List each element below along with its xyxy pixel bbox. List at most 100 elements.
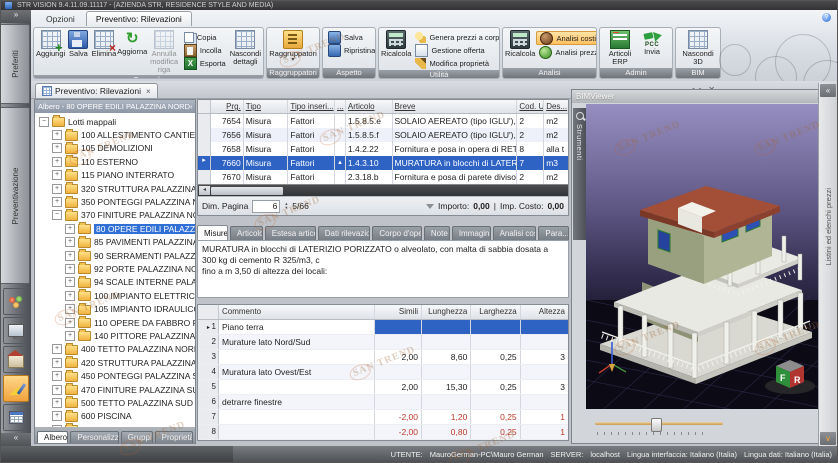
rail-expand-button[interactable]: » — [1, 10, 31, 23]
tree-item[interactable]: + 100 IMPIANTO ELETTRICO con... — [35, 289, 195, 302]
table-row[interactable]: 7656 Misura Fattori 1.5.8.5.f SOLAIO AER… — [198, 128, 568, 142]
spinner-icons[interactable]: ▲▼ — [284, 202, 288, 210]
tree-expander-icon[interactable]: + — [65, 318, 75, 328]
utilita-ricalcola-button[interactable]: Ricalcola — [381, 29, 411, 58]
nascondi-dettagli-button[interactable]: Nascondi dettagli — [230, 29, 261, 66]
column-header-flag[interactable]: ... — [335, 100, 346, 113]
zoom-slider[interactable] — [595, 417, 723, 435]
3d-viewport[interactable]: F R — [586, 104, 822, 409]
salva-button[interactable]: Salva — [66, 29, 90, 58]
column-header-des[interactable]: Des... — [544, 100, 568, 113]
tree-item[interactable]: + 320 STRUTTURA PALAZZINA NORD — [35, 182, 195, 195]
tree-expander-icon[interactable]: + — [65, 304, 75, 314]
tree-expander-icon[interactable]: + — [52, 398, 62, 408]
column-header-breve[interactable]: Breve — [393, 100, 518, 113]
tree-item[interactable]: + 470 FINITURE PALAZZINA SUD — [35, 383, 195, 396]
copia-button[interactable]: Copia — [181, 31, 229, 43]
module-calendar-button[interactable] — [3, 404, 29, 431]
tree-expander-icon[interactable]: + — [52, 157, 62, 167]
scroll-down-icon[interactable]: ∨ — [820, 432, 836, 445]
detail-tab[interactable]: Misure — [197, 225, 228, 240]
tree-item[interactable]: + 94 SCALE INTERNE PALAZZINA... — [35, 276, 195, 289]
tree-item[interactable]: + 420 STRUTTURA PALAZZINA SUD — [35, 356, 195, 369]
modifica-proprieta-button[interactable]: Modifica proprietà — [412, 57, 500, 69]
filter-icon[interactable] — [426, 204, 434, 209]
tools-tab[interactable]: Strumenti — [573, 108, 586, 240]
tree-item[interactable]: + 500 TETTO PALAZZINA SUD — [35, 396, 195, 409]
document-tab[interactable]: Preventivo: Rilevazioni × — [35, 83, 158, 98]
horizontal-scrollbar[interactable]: ◂ — [198, 184, 568, 196]
tree-item[interactable]: + 115 PIANO INTERRATO — [35, 169, 195, 182]
column-header-tipo[interactable]: Tipo — [244, 100, 289, 113]
aggiorna-button[interactable]: ↻Aggiorna — [117, 29, 147, 56]
table-row[interactable]: 7658 Misura Fattori 1.4.2.22 Fornitura e… — [198, 142, 568, 156]
incolla-button[interactable]: Incolla — [181, 44, 229, 56]
column-header-larghezza[interactable]: Larghezza — [471, 305, 520, 319]
tree-expander-icon[interactable]: + — [52, 358, 62, 368]
measure-row[interactable]: 6 detrarre finestre — [198, 395, 568, 410]
tree-item[interactable]: + 100 ALLESTIMENTO CANTIERE — [35, 128, 195, 141]
tree-expander-icon[interactable]: + — [52, 371, 62, 381]
tree-expander-icon[interactable]: + — [52, 170, 62, 180]
tree-item[interactable]: − 370 FINITURE PALAZZINA NORD — [35, 209, 195, 222]
column-header-lunghezza[interactable]: Lunghezza — [422, 305, 471, 319]
measure-row[interactable]: 8 -2,00 0,80 0,25 1 — [198, 425, 568, 440]
tree-item[interactable]: + 140 PITTORE PALAZZINA NORD — [35, 329, 195, 342]
tree-expander-icon[interactable]: + — [52, 184, 62, 194]
tree-expander-icon[interactable]: − — [39, 117, 49, 127]
table-row[interactable]: 7670 Misura Fattori 2.3.18.b Fornitura e… — [198, 170, 568, 184]
aggiungi-button[interactable]: Aggiungi — [36, 29, 65, 58]
tree-item[interactable]: − Lotti mappali — [35, 115, 195, 128]
table-row[interactable]: 7660 Misura Fattori ▲ 1.4.3.10 MURATURA … — [198, 156, 568, 170]
tree-item[interactable]: + 105 DEMOLIZIONI — [35, 142, 195, 155]
tree-item[interactable]: + 92 PORTE PALAZZINA NORD — [35, 262, 195, 275]
column-header-articolo[interactable]: Articolo — [346, 100, 393, 113]
module-dots-button[interactable] — [3, 288, 29, 315]
measure-row[interactable]: 4 Muratura lato Ovest/Est — [198, 365, 568, 380]
tree-item[interactable]: + 85 PAVIMENTI PALAZZINA NORD — [35, 236, 195, 249]
rail-section-preferiti[interactable]: Preferiti — [1, 24, 30, 104]
tree-item[interactable]: + 350 PONTEGGI PALAZZINA NORD — [35, 195, 195, 208]
column-header-cod-um[interactable]: Cod. U.M. — [517, 100, 544, 113]
help-icon[interactable]: ? — [822, 13, 831, 22]
detail-tab[interactable]: Dati rilevazione — [318, 226, 371, 240]
measure-row[interactable]: 1 Piano terra — [198, 320, 568, 335]
listini-panel-tab[interactable]: Listini ed elenchi prezzi — [819, 188, 837, 266]
raggruppatori-button[interactable]: Raggruppatori ▾ — [269, 29, 317, 63]
nascondi-3d-button[interactable]: Nascondi 3D — [678, 29, 718, 66]
slider-handle[interactable] — [651, 418, 662, 432]
detail-tab[interactable]: Note — [424, 226, 450, 240]
tree-expander-icon[interactable]: + — [65, 224, 75, 234]
articoli-erp-button[interactable]: Articoli ERP — [605, 29, 636, 66]
tree-expander-icon[interactable]: + — [52, 411, 62, 421]
column-header-altezza[interactable]: Altezza — [521, 305, 568, 319]
tree-tab[interactable]: Proprietà — [155, 431, 193, 443]
tree-item[interactable]: + 600 PISCINA — [35, 410, 195, 423]
tree-item[interactable]: + 450 PONTEGGI PALAZZINA SUD — [35, 369, 195, 382]
tree-tab[interactable]: Personalizza — [70, 431, 118, 443]
module-monitor-button[interactable] — [3, 317, 29, 344]
tree-expander-icon[interactable]: + — [52, 197, 62, 207]
tree-item[interactable]: + 90 SERRAMENTI PALAZZINA N... — [35, 249, 195, 262]
detail-tab[interactable]: Articolo — [230, 226, 263, 240]
analisi-ricalcola-button[interactable]: Ricalcola — [505, 29, 535, 58]
tree-item[interactable]: + 110 ESTERNO — [35, 155, 195, 168]
column-header-commento[interactable]: Commento — [219, 305, 375, 319]
detail-tab[interactable]: Immagine — [452, 226, 491, 240]
analisi-costi-button[interactable]: Analisi costi — [536, 31, 597, 45]
tree-expander-icon[interactable]: + — [52, 344, 62, 354]
esporta-button[interactable]: XEsporta — [181, 57, 229, 69]
measure-row[interactable]: 2 Murature lato Nord/Sud — [198, 335, 568, 350]
close-icon[interactable]: × — [146, 87, 151, 96]
tree-expander-icon[interactable]: + — [52, 143, 62, 153]
collapse-panel-icon[interactable]: ‹ — [190, 100, 193, 113]
page-size-input[interactable]: 6 — [252, 200, 280, 213]
measure-row[interactable]: 5 2,00 15,30 0,25 3 — [198, 380, 568, 395]
module-house-button[interactable] — [3, 346, 29, 373]
analisi-prezzi-button[interactable]: Analisi prezzi — [536, 46, 597, 58]
tree-expander-icon[interactable]: + — [52, 130, 62, 140]
tree-item[interactable]: + 400 TETTO PALAZZINA NORD — [35, 343, 195, 356]
detail-tab[interactable]: Corpo d'opera — [372, 226, 422, 240]
table-row[interactable]: 7654 Misura Fattori 1.5.8.5.e SOLAIO AER… — [198, 114, 568, 128]
tree-item[interactable]: + 80 OPERE EDILI PALAZZINA NORD — [35, 222, 195, 235]
